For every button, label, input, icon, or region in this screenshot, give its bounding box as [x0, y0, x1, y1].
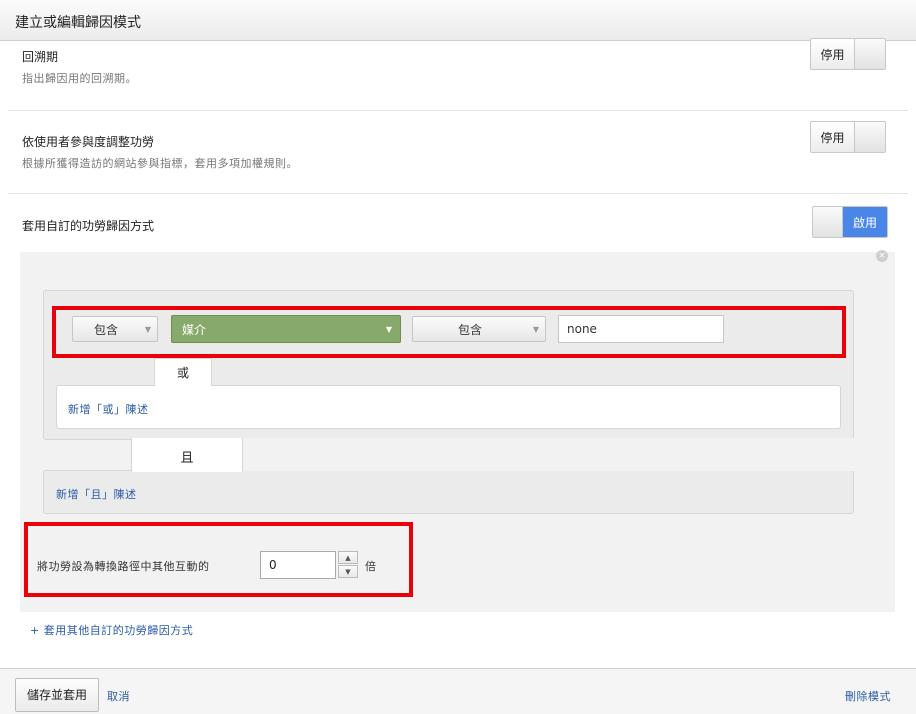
close-icon[interactable]: × — [876, 250, 888, 262]
divider — [8, 110, 908, 111]
dialog-footer — [0, 668, 916, 714]
delete-model-link[interactable]: 刪除模式 — [845, 688, 891, 704]
add-or-statement-link[interactable]: 新增「或」陳述 — [68, 401, 149, 417]
engagement-toggle[interactable]: 停用 — [810, 121, 886, 153]
toggle-knob — [855, 39, 885, 69]
cancel-link[interactable]: 取消 — [107, 688, 130, 704]
highlight-multiplier — [24, 522, 413, 597]
save-apply-button[interactable]: 儲存並套用 — [15, 678, 99, 712]
custom-credit-toggle-label: 啟用 — [843, 207, 887, 237]
lookback-toggle-label: 停用 — [811, 39, 855, 69]
add-custom-rule-link[interactable]: + 套用其他自訂的功勞歸因方式 — [30, 622, 193, 638]
divider — [8, 193, 908, 194]
dialog-title: 建立或編輯歸因模式 — [15, 15, 141, 31]
toggle-knob — [813, 207, 843, 237]
add-and-statement-link[interactable]: 新增「且」陳述 — [56, 486, 137, 502]
or-tab: 或 — [154, 358, 212, 386]
or-statement-box — [56, 385, 841, 429]
and-statement-box — [43, 470, 854, 514]
lookback-description: 指出歸因用的回溯期。 — [22, 72, 137, 85]
engagement-toggle-label: 停用 — [811, 122, 855, 152]
dialog-header: 建立或編輯歸因模式 — [0, 0, 916, 41]
custom-credit-toggle[interactable]: 啟用 — [812, 206, 888, 238]
and-connector — [243, 438, 854, 471]
custom-credit-title: 套用自訂的功勞歸因方式 — [22, 219, 155, 233]
toggle-knob — [855, 122, 885, 152]
lookback-toggle[interactable]: 停用 — [810, 38, 886, 70]
engagement-description: 根據所獲得造訪的網站參與指標，套用多項加權規則。 — [22, 157, 298, 170]
engagement-title: 依使用者參與度調整功勞 — [22, 135, 155, 149]
and-label: 且 — [180, 451, 194, 466]
lookback-title: 回溯期 — [22, 50, 59, 64]
highlight-condition-row — [52, 306, 846, 358]
